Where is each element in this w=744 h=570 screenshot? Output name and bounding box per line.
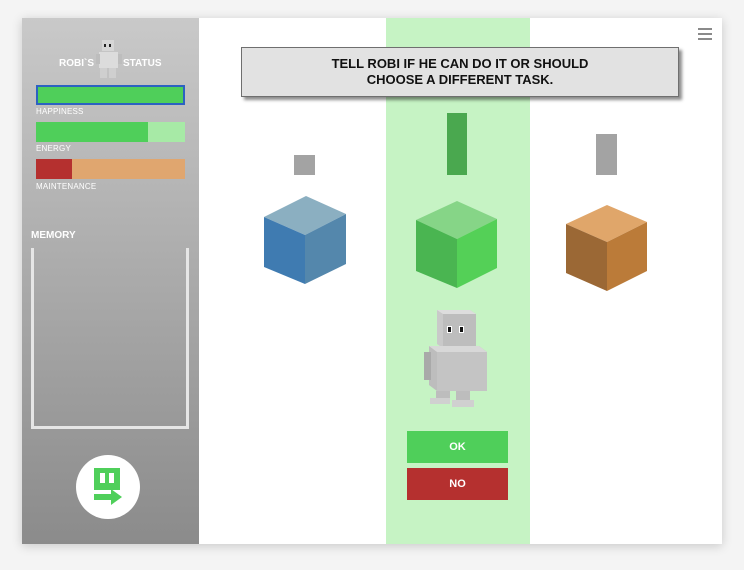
instruction-prompt: TELL ROBI IF HE CAN DO IT OR SHOULD CHOO… <box>241 47 679 97</box>
maintenance-bar <box>36 159 185 179</box>
exit-door-arrow-icon <box>94 468 122 505</box>
green-task-indicator <box>447 113 467 175</box>
green-task-cube[interactable] <box>415 200 499 290</box>
energy-bar-fill <box>36 122 148 142</box>
energy-bar <box>36 122 185 142</box>
maintenance-bar-fill <box>36 159 72 179</box>
prompt-line-1: TELL ROBI IF HE CAN DO IT OR SHOULD <box>331 56 589 71</box>
blue-task-indicator <box>294 155 315 175</box>
status-title-right: STATUS <box>123 58 162 69</box>
happiness-label: HAPPINESS <box>36 107 84 116</box>
prompt-line-2: CHOOSE A DIFFERENT TASK. <box>366 72 554 87</box>
happiness-bar-fill <box>38 87 183 103</box>
happiness-bar <box>36 85 185 105</box>
robi-mini-icon <box>96 40 122 78</box>
app-window: ROBI`S STATUS HAPPINESS ENERGY MAINTENAN… <box>22 18 722 544</box>
hamburger-menu-icon[interactable] <box>698 28 712 40</box>
orange-task-cube[interactable] <box>565 204 649 294</box>
blue-task-cube[interactable] <box>263 195 347 285</box>
memory-title: MEMORY <box>31 230 76 241</box>
energy-label: ENERGY <box>36 144 71 153</box>
maintenance-label: MAINTENANCE <box>36 182 97 191</box>
robi-character <box>424 310 487 407</box>
orange-task-indicator <box>596 134 617 175</box>
no-button[interactable]: NO <box>407 468 508 500</box>
status-sidebar: ROBI`S STATUS HAPPINESS ENERGY MAINTENAN… <box>22 18 199 544</box>
proceed-button[interactable] <box>76 455 140 519</box>
status-title-left: ROBI`S <box>59 58 94 69</box>
memory-panel <box>31 248 189 429</box>
ok-button[interactable]: OK <box>407 431 508 463</box>
